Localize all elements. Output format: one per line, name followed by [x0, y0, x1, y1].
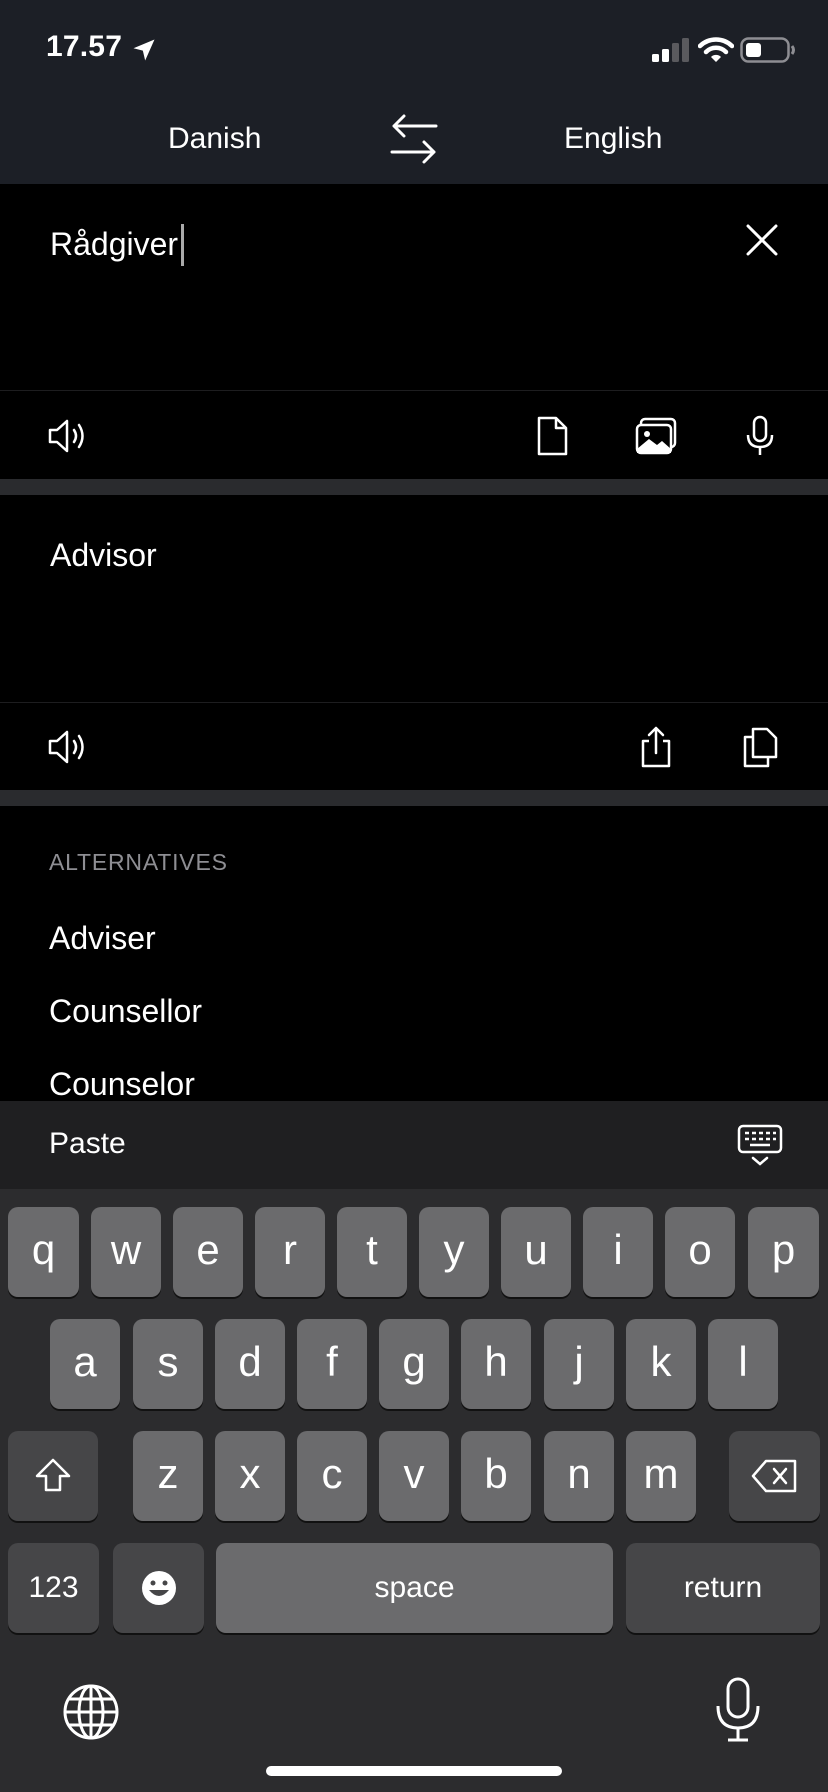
keyboard-hide-icon[interactable]: [736, 1123, 784, 1167]
alternative-item[interactable]: Counsellor: [49, 993, 202, 1030]
battery-icon: [740, 37, 795, 63]
top-bar: 17.57 Danish English: [0, 0, 828, 184]
source-language-button[interactable]: Danish: [168, 122, 261, 156]
key-x[interactable]: x: [215, 1431, 285, 1521]
section-separator: [0, 790, 828, 806]
key-q[interactable]: q: [8, 1207, 79, 1297]
return-key[interactable]: return: [626, 1543, 820, 1633]
target-language-button[interactable]: English: [564, 122, 662, 156]
key-l[interactable]: l: [708, 1319, 778, 1409]
shift-key[interactable]: [8, 1431, 98, 1521]
wifi-icon: [698, 37, 734, 62]
keyboard: Paste q w e r t y u i o p a s d f g h j …: [0, 1101, 828, 1792]
key-f[interactable]: f: [297, 1319, 367, 1409]
emoji-icon: [141, 1571, 176, 1605]
key-h[interactable]: h: [461, 1319, 531, 1409]
key-t[interactable]: t: [337, 1207, 407, 1297]
key-a[interactable]: a: [50, 1319, 120, 1409]
divider: [0, 702, 828, 703]
delete-icon: [751, 1459, 796, 1493]
speaker-icon[interactable]: [46, 725, 90, 769]
key-d[interactable]: d: [215, 1319, 285, 1409]
text-caret: [181, 224, 184, 266]
key-v[interactable]: v: [379, 1431, 449, 1521]
key-p[interactable]: p: [748, 1207, 819, 1297]
section-separator: [0, 479, 828, 495]
status-time: 17.57: [46, 30, 123, 63]
divider: [0, 390, 828, 391]
key-n[interactable]: n: [544, 1431, 614, 1521]
key-k[interactable]: k: [626, 1319, 696, 1409]
copy-icon[interactable]: [738, 725, 782, 769]
emoji-key[interactable]: [113, 1543, 204, 1633]
key-z[interactable]: z: [133, 1431, 203, 1521]
share-icon[interactable]: [634, 725, 678, 769]
key-j[interactable]: j: [544, 1319, 614, 1409]
location-arrow-icon: [133, 39, 155, 61]
key-e[interactable]: e: [173, 1207, 243, 1297]
key-o[interactable]: o: [665, 1207, 735, 1297]
paste-button[interactable]: Paste: [49, 1127, 126, 1161]
source-text-input[interactable]: Rådgiver: [50, 226, 178, 263]
paste-bar: Paste: [0, 1101, 828, 1189]
alternative-item[interactable]: Counselor: [49, 1066, 195, 1103]
microphone-icon[interactable]: [712, 1676, 764, 1744]
document-icon[interactable]: [530, 414, 574, 458]
speaker-icon[interactable]: [46, 414, 90, 458]
key-m[interactable]: m: [626, 1431, 696, 1521]
key-b[interactable]: b: [461, 1431, 531, 1521]
alternative-item[interactable]: Adviser: [49, 920, 156, 957]
globe-icon[interactable]: [62, 1683, 120, 1741]
key-u[interactable]: u: [501, 1207, 571, 1297]
key-r[interactable]: r: [255, 1207, 325, 1297]
alternatives-heading: ALTERNATIVES: [49, 849, 228, 875]
key-c[interactable]: c: [297, 1431, 367, 1521]
image-icon[interactable]: [634, 414, 678, 458]
key-w[interactable]: w: [91, 1207, 161, 1297]
microphone-icon[interactable]: [738, 414, 782, 458]
close-icon[interactable]: [744, 222, 780, 258]
delete-key[interactable]: [729, 1431, 820, 1521]
swap-languages-icon[interactable]: [388, 112, 440, 166]
signal-icon: [652, 38, 689, 62]
translation-output: Advisor: [50, 537, 157, 573]
key-i[interactable]: i: [583, 1207, 653, 1297]
key-s[interactable]: s: [133, 1319, 203, 1409]
space-key[interactable]: space: [216, 1543, 613, 1633]
shift-icon: [35, 1458, 71, 1492]
home-indicator: [266, 1766, 562, 1776]
key-g[interactable]: g: [379, 1319, 449, 1409]
numbers-key[interactable]: 123: [8, 1543, 99, 1633]
key-y[interactable]: y: [419, 1207, 489, 1297]
